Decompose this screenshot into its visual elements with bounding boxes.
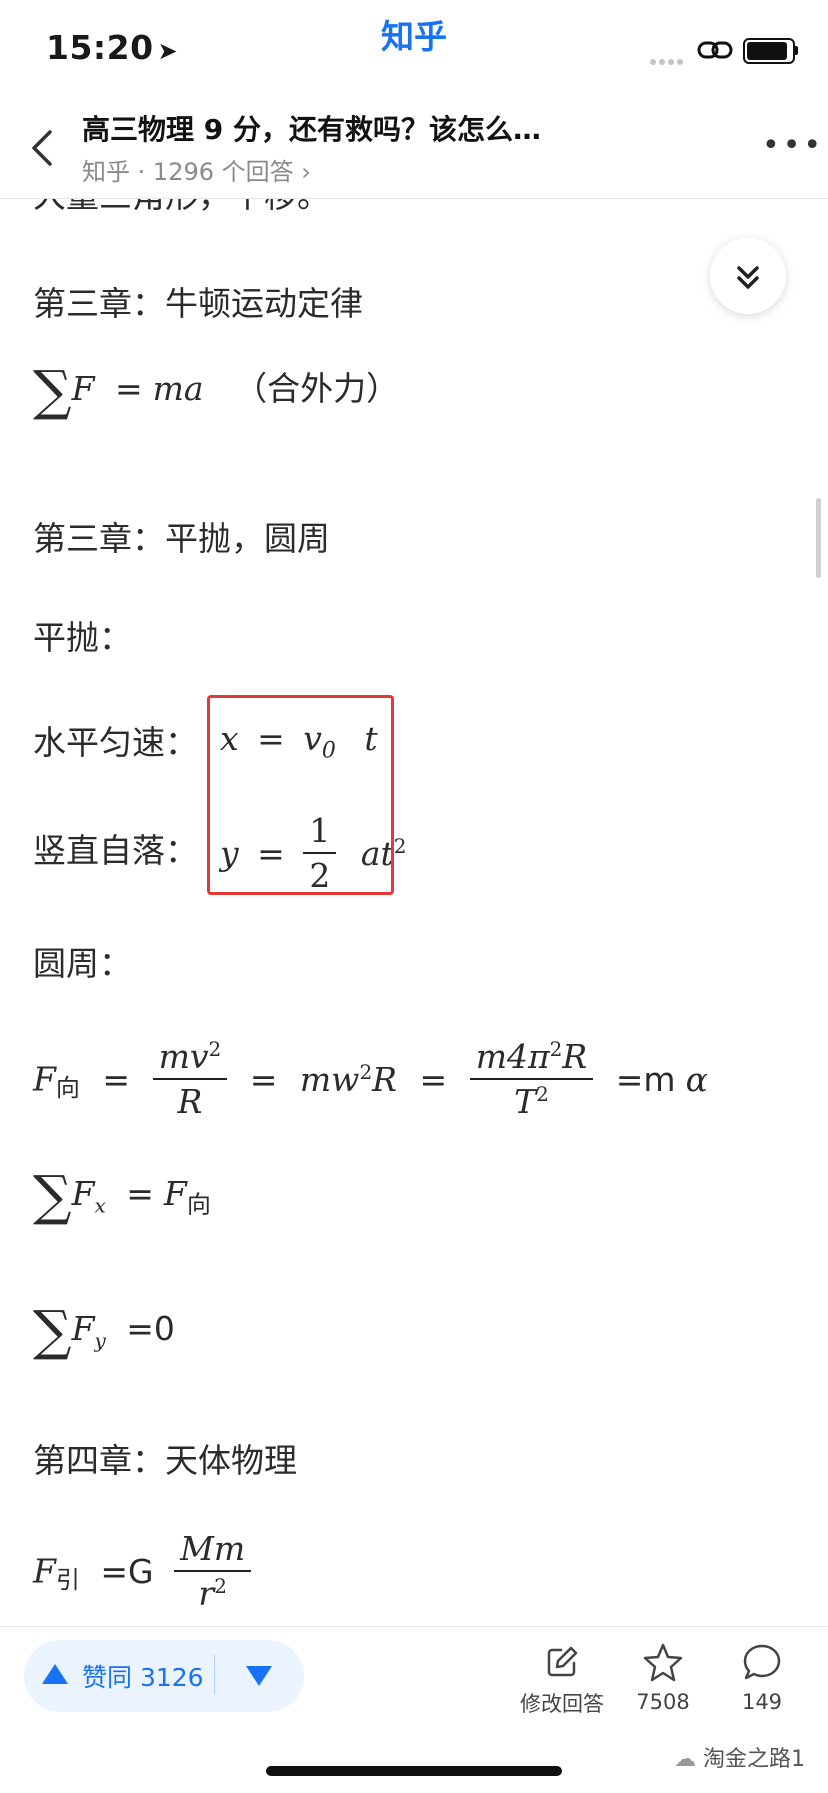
edit-answer-button[interactable]: 修改回答 xyxy=(520,1644,604,1718)
sum-fx-equation: ∑Fx = F向 xyxy=(33,1164,211,1227)
question-title[interactable]: 高三物理 9 分，还有救吗？该怎么… xyxy=(82,108,541,148)
answer-count: 1296 个回答 xyxy=(152,158,294,186)
source-label: 知乎 xyxy=(82,158,130,186)
comment-icon xyxy=(743,1644,781,1680)
horizontal-label: 水平匀速： xyxy=(33,723,198,762)
edit-icon xyxy=(547,1646,578,1677)
signal-icon xyxy=(650,50,686,69)
chapter-heading: 第三章：平抛，圆周 xyxy=(33,519,330,558)
question-meta[interactable]: 知乎 · 1296 个回答 › xyxy=(82,152,311,187)
article-content: 大量三角形，平移。 第三章：牛顿运动定律 ∑F =ma （合外力） 第三章：平抛… xyxy=(0,199,828,1626)
separator: · xyxy=(137,158,146,186)
wechat-icon: ☁ xyxy=(674,1747,696,1772)
comment-button[interactable]: 149 xyxy=(728,1642,796,1714)
chevron-right-icon: › xyxy=(301,158,311,186)
vote-divider xyxy=(214,1655,215,1695)
section-label: 平抛： xyxy=(33,618,132,657)
scrollbar[interactable] xyxy=(816,498,821,578)
favorite-count: 7508 xyxy=(636,1690,690,1714)
watermark: ☁ 淘金之路1 xyxy=(674,1747,805,1772)
gravity-equation: F引 =G Mm r2 xyxy=(33,1529,252,1613)
home-indicator[interactable] xyxy=(266,1766,562,1776)
collapse-button[interactable] xyxy=(710,238,786,314)
upvote-button[interactable]: 赞同 3126 xyxy=(82,1658,204,1694)
centripetal-equation: F向 = mv2 R = mw2R = m4π2R T2 =m α xyxy=(33,1037,708,1121)
personal-hotspot-icon xyxy=(697,41,733,59)
more-icon[interactable]: ••• xyxy=(762,128,824,163)
back-icon[interactable] xyxy=(26,128,62,168)
comment-count: 149 xyxy=(741,1690,783,1714)
partial-text: 大量三角形，平移。 xyxy=(33,199,330,217)
newton-equation: ∑F = ma （合外力） xyxy=(33,359,400,422)
battery-cap xyxy=(795,46,798,55)
favorite-button[interactable]: 7508 xyxy=(628,1642,698,1714)
edit-label: 修改回答 xyxy=(520,1692,604,1716)
chapter-heading: 第三章：牛顿运动定律 xyxy=(33,284,363,323)
sum-fy-equation: ∑Fy =0 xyxy=(33,1299,175,1362)
double-chevron-down-icon xyxy=(737,266,759,289)
highlight-box xyxy=(207,695,394,895)
downvote-icon[interactable] xyxy=(244,1664,274,1688)
sigma-symbol: ∑ xyxy=(33,359,72,422)
section-label: 圆周： xyxy=(33,944,132,983)
battery-icon xyxy=(743,38,795,64)
star-icon xyxy=(643,1643,683,1682)
upvote-icon[interactable] xyxy=(40,1662,70,1686)
vertical-label: 竖直自落： xyxy=(33,831,198,870)
chapter-heading: 第四章：天体物理 xyxy=(33,1441,297,1480)
